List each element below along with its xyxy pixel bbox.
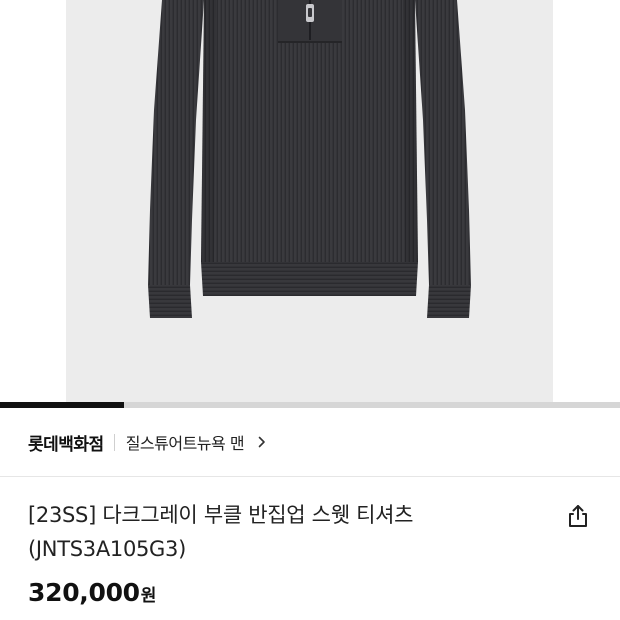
section-divider: [0, 476, 620, 477]
price-row: 320,000 원: [28, 578, 156, 607]
share-button[interactable]: [560, 498, 596, 534]
brand-name[interactable]: 롯데백화점: [28, 430, 104, 455]
store-link[interactable]: 질스튜어트뉴욕 맨: [126, 430, 268, 454]
price-unit: 원: [140, 586, 157, 606]
price-amount: 320,000: [28, 578, 140, 607]
product-image-carousel[interactable]: [0, 0, 620, 402]
brand-divider: [113, 433, 115, 451]
share-icon: [569, 505, 587, 527]
chevron-right-icon: [258, 436, 265, 448]
product-title: [23SS] 다크그레이 부클 반집업 스웻 티셔츠 (JNTS3A105G3): [28, 498, 548, 566]
product-detail-page: 롯데백화점 질스튜어트뉴욕 맨 [23SS] 다크그레이 부클 반집업 스웻 티…: [0, 0, 620, 620]
brand-row: 롯데백화점 질스튜어트뉴욕 맨: [28, 408, 268, 476]
product-title-line-1: [23SS] 다크그레이 부클 반집업 스웻 티셔츠: [28, 503, 414, 527]
product-title-line-2: (JNTS3A105G3): [28, 537, 186, 561]
product-image: [148, 0, 471, 318]
store-link-label: 질스튜어트뉴욕 맨: [125, 434, 245, 453]
